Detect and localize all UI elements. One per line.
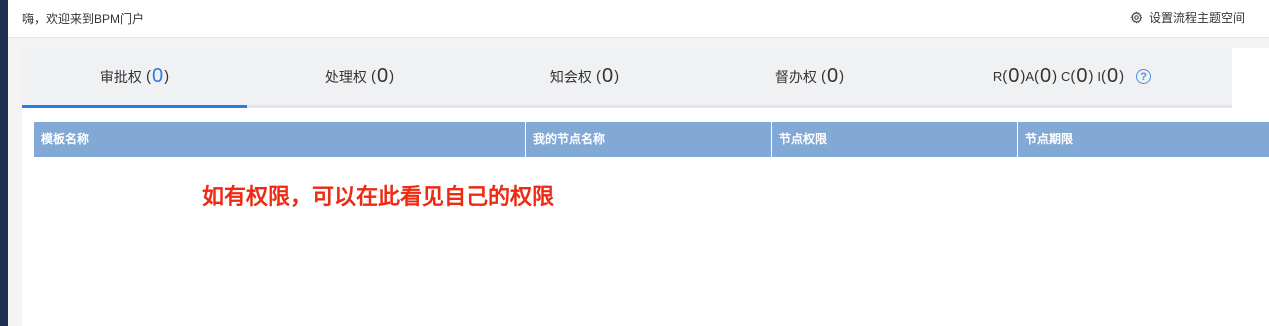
settings-label: 设置流程主题空间 [1148,11,1245,25]
tab-supervise[interactable]: 督办权 (0) [697,48,922,105]
column-node-deadline[interactable]: 节点期限 [1018,122,1269,157]
tab-label: 督办权 [774,68,817,85]
tab-raci[interactable]: R(0) A(0) C(0) I(0) ? [922,48,1222,105]
raci-i-count: 0 [1107,65,1119,87]
permissions-panel: 审批权 (0) 处理权 (0) 知会权 (0) 督办权 (0) R(0) A(0)… [22,48,1269,326]
tab-count: 0 [827,65,839,87]
table-header: 模板名称 我的节点名称 节点权限 节点期限 [34,122,1269,157]
raci-a-count: 0 [1040,65,1052,87]
sidebar-edge [0,0,8,326]
permission-tabs: 审批权 (0) 处理权 (0) 知会权 (0) 督办权 (0) R(0) A(0)… [22,48,1232,108]
column-template-name[interactable]: 模板名称 [34,122,526,157]
raci-c-label: C [1061,69,1071,84]
page: 嗨，欢迎来到BPM门户 设置流程主题空间 审批权 (0) 处理权 (0) 知会权 [0,0,1269,326]
welcome-text: 嗨，欢迎来到BPM门户 [22,12,145,26]
annotation-text: 如有权限，可以在此看见自己的权限 [202,185,555,210]
raci-r-count: 0 [1008,65,1020,87]
tab-notify[interactable]: 知会权 (0) [472,48,697,105]
column-my-node-name[interactable]: 我的节点名称 [526,122,772,157]
tab-handling[interactable]: 处理权 (0) [247,48,472,105]
raci-c-count: 0 [1076,65,1088,87]
tab-label: 知会权 [549,68,592,85]
tab-count: 0 [377,65,389,87]
tab-label: 审批权 [99,68,142,85]
theme-settings-button[interactable]: 设置流程主题空间 [1130,9,1245,26]
tab-approval[interactable]: 审批权 (0) [22,48,247,108]
raci-a-label: A [1025,69,1034,84]
question-circle-icon[interactable]: ? [1136,69,1152,84]
tab-count: 0 [152,65,164,87]
top-bar: 嗨，欢迎来到BPM门户 设置流程主题空间 [8,0,1269,38]
raci-r-label: R [992,69,1003,84]
gear-icon [1130,11,1143,24]
tab-label: 处理权 [324,68,367,85]
column-node-permission[interactable]: 节点权限 [772,122,1018,157]
tab-count: 0 [602,65,614,87]
